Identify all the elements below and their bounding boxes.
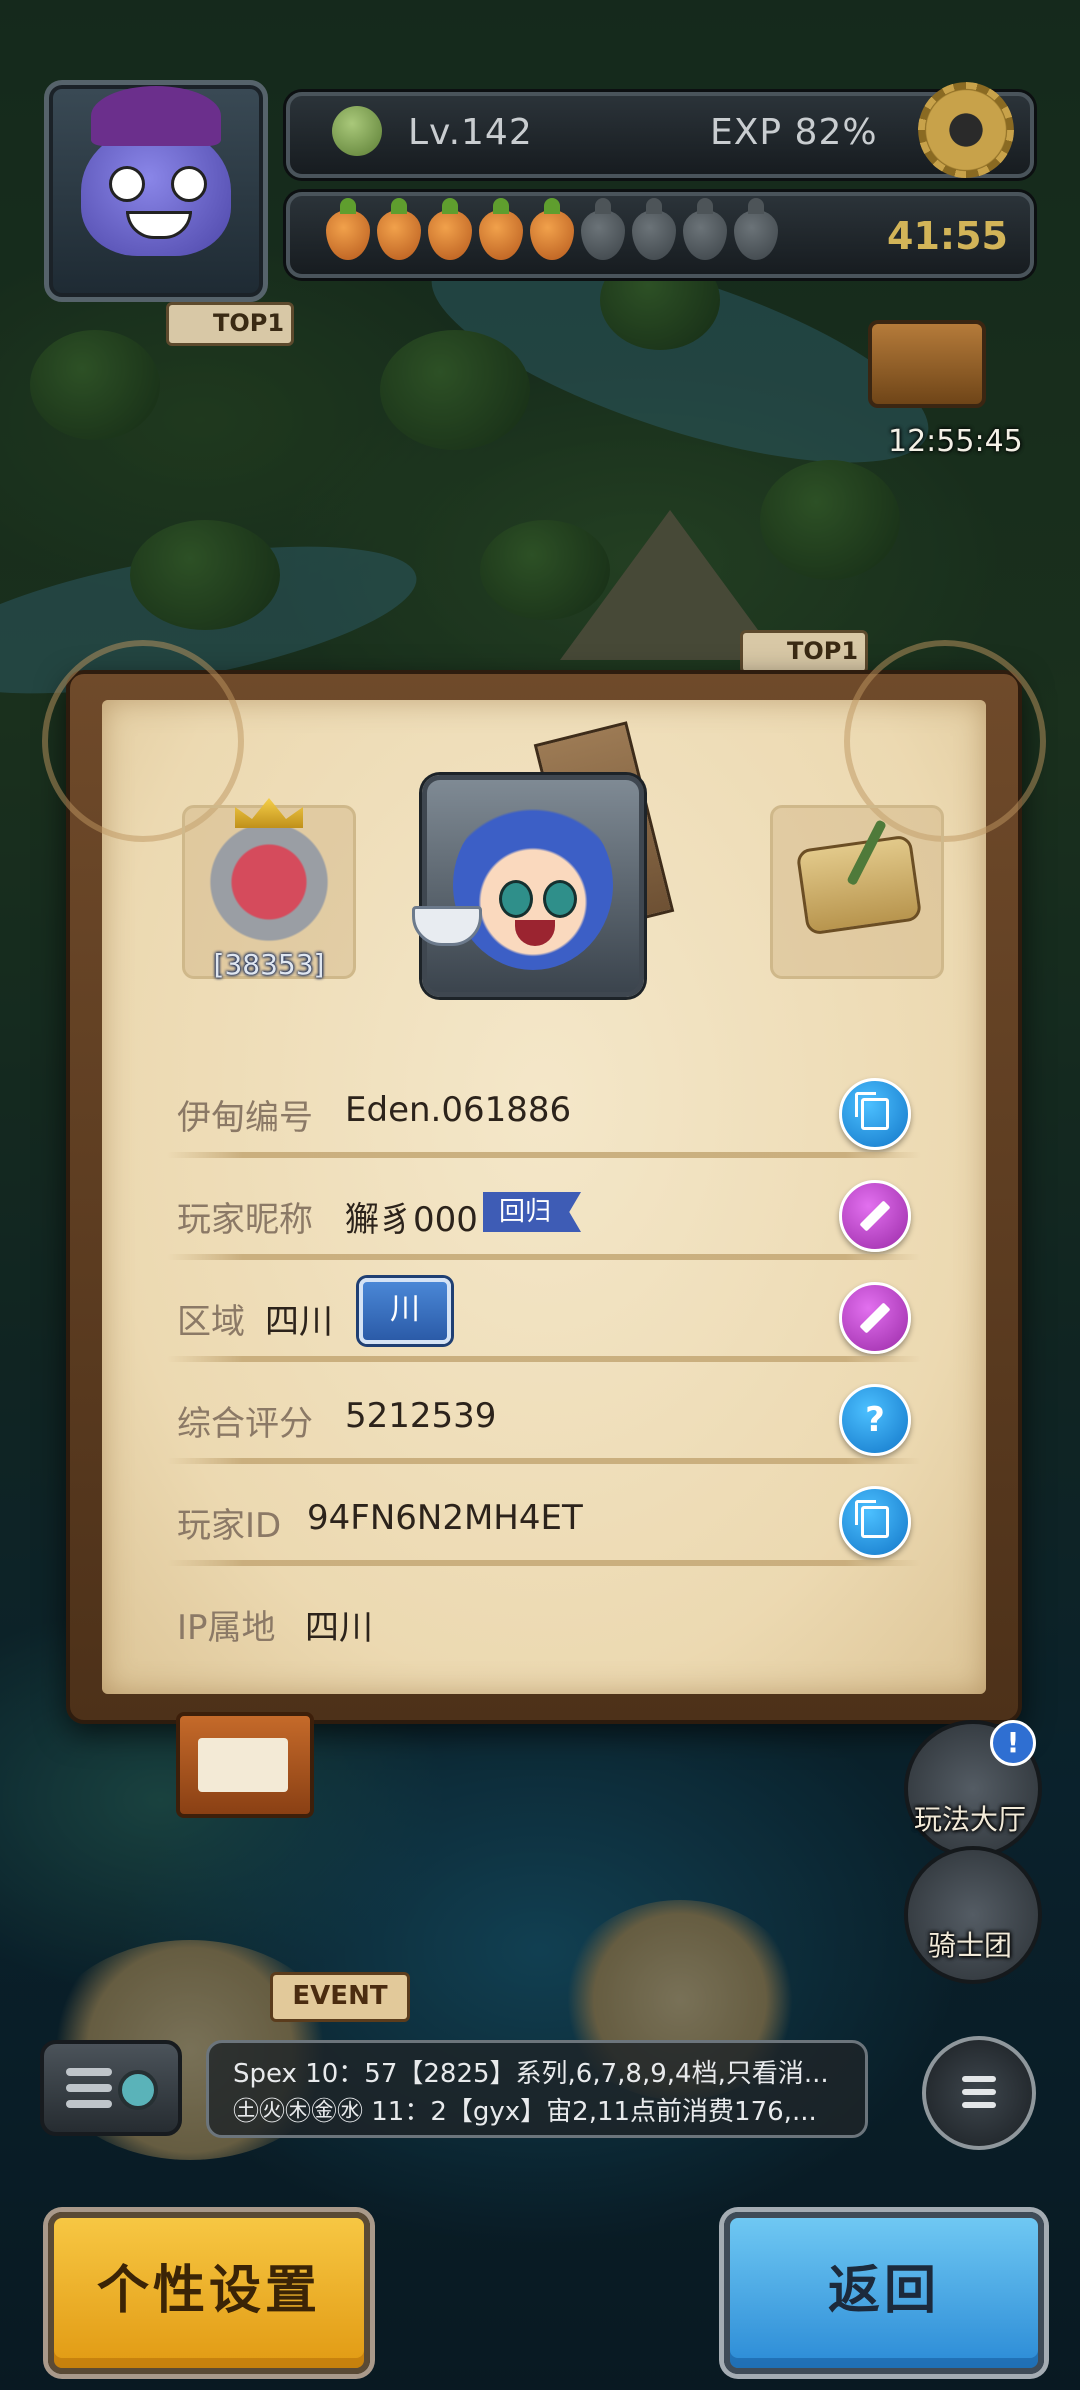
ip-value: 四川 <box>305 1608 373 1648</box>
top1-badge-2[interactable]: TOP1 <box>740 630 868 674</box>
carrot-empty-icon <box>683 198 727 260</box>
nickname-label: 玩家昵称 <box>177 1200 313 1240</box>
profile-panel: [38353] 伊甸编号 Eden.061886 玩家昵称 獬豸000 回归 区… <box>42 640 1046 1724</box>
tree-icon <box>332 106 382 156</box>
guild-badge-icon <box>201 814 337 950</box>
carrot-empty-icon <box>734 198 778 260</box>
carrot-empty-icon <box>581 198 625 260</box>
game-hall-label: 玩法大厅 <box>913 1803 1026 1836</box>
level-text: Lv.142 <box>408 112 533 153</box>
carrot-full-icon <box>428 198 472 260</box>
region-label: 区域 <box>177 1302 245 1342</box>
copy-icon <box>855 1500 889 1538</box>
back-button[interactable]: 返回 <box>724 2212 1044 2374</box>
eden-id-value: Eden.061886 <box>345 1090 572 1130</box>
carrot-full-icon <box>326 198 370 260</box>
chat-message-2: ㊏㊋㊍㊎㊌ 11：2【gyx】宙2,11点前消费176,... <box>233 2097 817 2127</box>
treasure-chest-icon[interactable] <box>868 320 986 408</box>
edit-region-button[interactable] <box>839 1282 911 1354</box>
carrot-full-icon <box>530 198 574 260</box>
eden-id-label: 伊甸编号 <box>177 1098 313 1138</box>
top1-label-2: TOP1 <box>787 637 859 665</box>
carrot-full-icon <box>377 198 421 260</box>
crown-icon <box>235 798 303 828</box>
chat-status-icon <box>118 2070 158 2110</box>
nickname-row: 玩家昵称 獬豸000 回归 <box>167 1162 921 1260</box>
question-icon: ? <box>865 1400 885 1440</box>
octopus-avatar-icon <box>81 86 231 256</box>
chat-preview[interactable]: Spex 10：57【2825】系列,6,7,8,9,4档,只看消... ㊏㊋㊍… <box>206 2040 868 2138</box>
mail-icon[interactable] <box>176 1712 314 1818</box>
chest-timer: 12:55:45 <box>888 424 1023 459</box>
chat-message: Spex 10：57【2825】系列,6,7,8,9,4档,只看消... <box>233 2059 829 2089</box>
character-face-icon <box>453 800 613 970</box>
alert-badge: ! <box>990 1720 1036 1766</box>
copy-eden-id-button[interactable] <box>839 1078 911 1150</box>
event-sign[interactable]: EVENT <box>270 1972 410 2022</box>
copy-icon <box>855 1092 889 1130</box>
nickname-value: 獬豸000 <box>345 1200 478 1240</box>
ip-row: IP属地 四川 <box>177 1570 911 1666</box>
player-avatar[interactable] <box>44 80 268 302</box>
top1-badge[interactable]: TOP1 <box>166 302 294 346</box>
scroll-slot[interactable] <box>770 805 944 979</box>
stamina-bar: 41:55 <box>286 192 1034 278</box>
stamina-timer: 41:55 <box>887 214 1008 258</box>
pencil-icon <box>859 1200 891 1232</box>
region-tag: 川 <box>359 1278 451 1344</box>
returning-player-tag: 回归 <box>483 1192 582 1232</box>
eden-id-row: 伊甸编号 Eden.061886 <box>167 1060 921 1158</box>
knights-label: 骑士团 <box>927 1929 1012 1962</box>
top1-label: TOP1 <box>213 309 285 337</box>
score-value: 5212539 <box>345 1396 497 1436</box>
exp-text: EXP 82% <box>710 112 878 153</box>
ip-label: IP属地 <box>177 1608 276 1648</box>
carrot-full-icon <box>479 198 523 260</box>
guild-badge-slot[interactable]: [38353] <box>182 798 356 981</box>
score-help-button[interactable]: ? <box>839 1384 911 1456</box>
profile-panel-inner: [38353] 伊甸编号 Eden.061886 玩家昵称 獬豸000 回归 区… <box>42 640 1046 1694</box>
chat-toggle-button[interactable] <box>40 2040 182 2136</box>
player-id-row: 玩家ID 94FN6N2MH4ET <box>167 1468 921 1566</box>
scroll-icon <box>795 834 923 936</box>
pencil-icon <box>859 1302 891 1334</box>
region-row: 区域 四川 川 <box>167 1264 921 1362</box>
region-value: 四川 <box>265 1302 333 1342</box>
edit-nickname-button[interactable] <box>839 1180 911 1252</box>
player-id-label: 玩家ID <box>177 1506 282 1546</box>
player-id-value: 94FN6N2MH4ET <box>307 1498 583 1538</box>
menu-button[interactable] <box>922 2036 1036 2150</box>
guild-badge-number: [38353] <box>213 948 325 981</box>
carrot-empty-icon <box>632 198 676 260</box>
score-label: 综合评分 <box>177 1404 313 1444</box>
copy-player-id-button[interactable] <box>839 1486 911 1558</box>
character-portrait[interactable] <box>422 775 644 997</box>
personalize-settings-button[interactable]: 个性设置 <box>48 2212 370 2374</box>
settings-gear-icon[interactable] <box>918 82 1014 178</box>
score-row: 综合评分 5212539 ? <box>167 1366 921 1464</box>
